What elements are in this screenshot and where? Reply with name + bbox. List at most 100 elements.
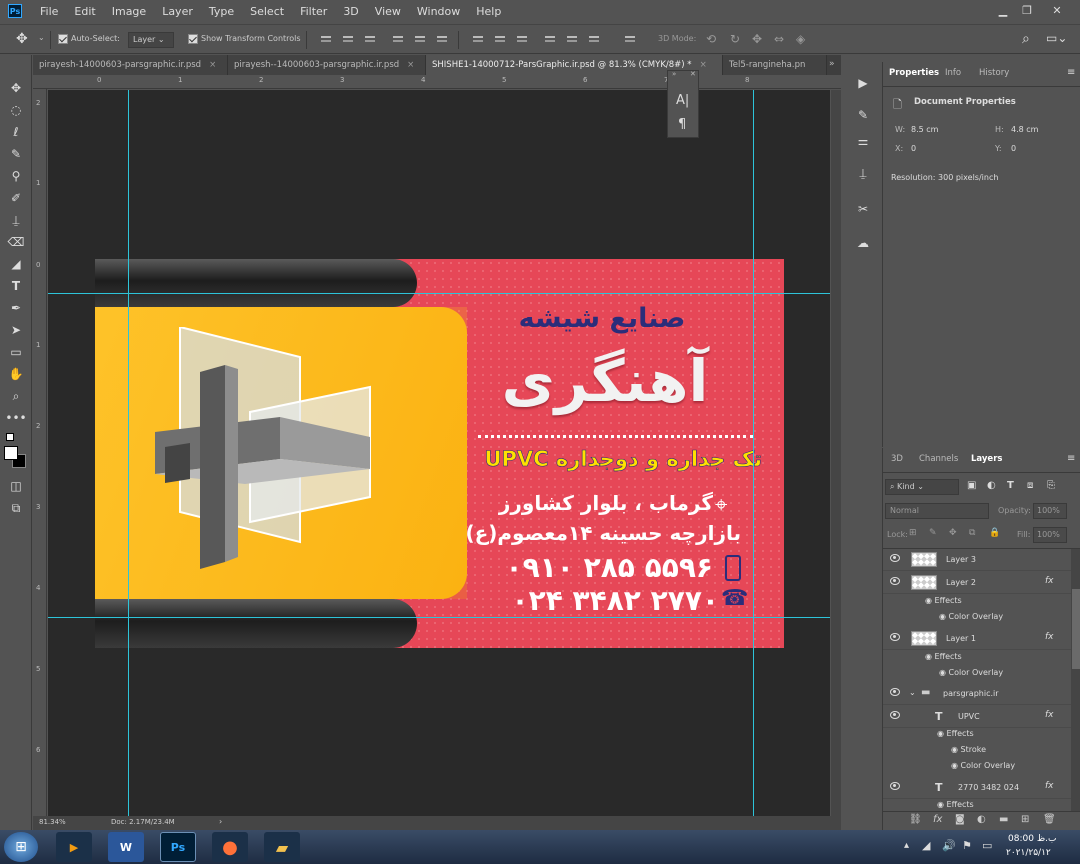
visibility-eye-icon[interactable] — [890, 554, 900, 562]
3d-scale-icon[interactable]: ◈ — [796, 32, 805, 46]
layer-effects-row[interactable]: ◉ Effects — [925, 652, 962, 661]
file-explorer-icon[interactable]: ▰ — [264, 832, 300, 862]
visibility-eye-icon[interactable] — [890, 711, 900, 719]
close-icon[interactable]: ✕ — [690, 70, 696, 78]
auto-select-dropdown[interactable]: Layer ⌄ — [128, 32, 174, 48]
layer-group-parsgraphic[interactable]: ⌄ ▬ parsgraphic.ir — [883, 683, 1071, 705]
align-left-icon[interactable] — [392, 34, 404, 46]
adjustments-icon[interactable]: ⚌ — [854, 132, 872, 150]
fx-icon[interactable]: fx — [1045, 781, 1054, 791]
libraries-icon[interactable]: ☁ — [854, 234, 872, 252]
lock-artboard-icon[interactable]: ⧉ — [969, 528, 975, 538]
lock-all-icon[interactable]: 🔒 — [989, 528, 1000, 538]
type-tool-icon[interactable]: T — [6, 277, 26, 295]
paint-bucket-tool-icon[interactable]: ◢ — [6, 255, 26, 273]
foreground-color-swatch[interactable] — [4, 446, 18, 460]
brush-tool-icon[interactable]: ✐ — [6, 189, 26, 207]
quick-mask-icon[interactable]: ◫ — [6, 477, 26, 495]
new-adjustment-icon[interactable]: ◐ — [977, 814, 986, 825]
add-style-icon[interactable]: fx — [933, 814, 942, 825]
eraser-tool-icon[interactable]: ⌫ — [6, 233, 26, 251]
layer-row-layer-1[interactable]: Layer 1 fx — [883, 628, 1071, 650]
workspace-icon[interactable]: ▭⌄ — [1046, 31, 1067, 45]
word-app-icon[interactable]: W — [108, 832, 144, 862]
menu-window[interactable]: Window — [409, 5, 468, 18]
guide-horizontal-top[interactable] — [48, 293, 830, 294]
clock-time[interactable]: 08:00 ب.ظ — [1008, 834, 1056, 844]
pen-tool-icon[interactable]: ✒ — [6, 299, 26, 317]
distribute-top-icon[interactable] — [472, 34, 484, 46]
align-vcenter-icon[interactable] — [342, 34, 354, 46]
tab-info[interactable]: Info — [945, 68, 961, 78]
add-mask-icon[interactable]: ◙ — [955, 814, 965, 825]
new-layer-icon[interactable]: ⊞ — [1021, 814, 1029, 825]
auto-align-icon[interactable] — [624, 34, 636, 46]
layer-effect-row[interactable]: ◉ Color Overlay — [939, 668, 1003, 677]
distribute-left-icon[interactable] — [544, 34, 556, 46]
fx-icon[interactable]: fx — [1045, 710, 1054, 720]
align-hcenter-icon[interactable] — [414, 34, 426, 46]
layer-effect-row[interactable]: ◉ Stroke — [951, 745, 986, 754]
3d-roll-icon[interactable]: ↻ — [730, 32, 740, 46]
3d-pan-icon[interactable]: ✥ — [752, 32, 762, 46]
link-layers-icon[interactable]: ⛓ — [909, 814, 922, 825]
display-icon[interactable]: ▭ — [982, 839, 992, 852]
media-player-icon[interactable]: ▶ — [56, 832, 92, 862]
menu-file[interactable]: File — [32, 5, 66, 18]
layer-effects-row[interactable]: ◉ Effects — [925, 596, 962, 605]
lock-position-icon[interactable]: ✥ — [949, 528, 957, 538]
close-icon[interactable]: × — [209, 60, 216, 70]
start-button-icon[interactable]: ⊞ — [4, 832, 38, 862]
fx-icon[interactable]: fx — [1045, 632, 1054, 642]
tab-3d[interactable]: 3D — [891, 454, 903, 464]
zoom-tool-icon[interactable]: ⌕ — [6, 387, 26, 405]
panel-menu-icon[interactable]: ≡ — [1067, 67, 1075, 78]
x-value[interactable]: 0 — [911, 144, 916, 153]
menu-help[interactable]: Help — [468, 5, 509, 18]
menu-filter[interactable]: Filter — [292, 5, 335, 18]
clone-source-icon[interactable]: ⍊ — [854, 164, 872, 182]
tab-document-1[interactable]: pirayesh-14000603-parsgraphic.ir.psd × — [33, 55, 228, 75]
distribute-vcenter-icon[interactable] — [494, 34, 506, 46]
visibility-eye-icon[interactable] — [890, 688, 900, 696]
menu-layer[interactable]: Layer — [154, 5, 201, 18]
fx-icon[interactable]: fx — [1045, 576, 1054, 586]
guide-vertical-left[interactable] — [128, 90, 129, 816]
delete-layer-icon[interactable]: 🗑 — [1043, 814, 1056, 825]
tool-presets-icon[interactable]: ✂ — [854, 200, 872, 218]
default-colors-icon[interactable] — [6, 433, 14, 441]
path-select-tool-icon[interactable]: ➤ — [6, 321, 26, 339]
tab-history[interactable]: History — [979, 68, 1009, 78]
distribute-bottom-icon[interactable] — [516, 34, 528, 46]
lock-paint-icon[interactable]: ✎ — [929, 528, 937, 538]
align-top-icon[interactable] — [320, 34, 332, 46]
layer-effect-row[interactable]: ◉ Color Overlay — [951, 761, 1015, 770]
restore-icon[interactable]: ❐ — [1012, 0, 1042, 20]
eyedropper-tool-icon[interactable]: ⚲ — [6, 167, 26, 185]
character-panel-icon[interactable]: A| — [676, 93, 689, 108]
guide-horizontal-bottom[interactable] — [48, 617, 830, 618]
height-value[interactable]: 4.8 cm — [1011, 125, 1038, 134]
tab-layers[interactable]: Layers — [971, 454, 1002, 464]
opacity-field[interactable]: 100% — [1033, 503, 1067, 519]
layer-row-phone-text[interactable]: T 2770 3482 024 fx — [883, 777, 1071, 799]
blend-mode-dropdown[interactable]: Normal — [885, 503, 989, 519]
clock-date[interactable]: ۲۰۲۱/۲۵/۱۲ — [1006, 848, 1051, 858]
panel-menu-icon[interactable]: ≡ — [1067, 453, 1075, 464]
show-transform-checkbox[interactable] — [188, 34, 198, 44]
zoom-level[interactable]: 81.34% — [39, 818, 66, 826]
marquee-tool-icon[interactable]: ◌ — [6, 101, 26, 119]
guide-vertical-right[interactable] — [753, 90, 754, 816]
menu-view[interactable]: View — [367, 5, 409, 18]
chevron-down-icon[interactable]: ⌄ — [38, 33, 45, 42]
move-tool-icon[interactable]: ✥ — [16, 31, 28, 47]
layer-row-upvc[interactable]: T UPVC fx — [883, 706, 1071, 728]
close-icon[interactable]: × — [407, 60, 414, 70]
tab-document-4[interactable]: Tel5-rangineha.pn — [723, 55, 827, 75]
firefox-app-icon[interactable]: ● — [212, 832, 248, 862]
new-group-icon[interactable]: ▬ — [999, 814, 1008, 825]
layer-effects-row[interactable]: ◉ Effects — [937, 729, 974, 738]
3d-orbit-icon[interactable]: ⟲ — [706, 32, 716, 46]
distribute-right-icon[interactable] — [588, 34, 600, 46]
filter-smart-object-icon[interactable]: ⎘ — [1047, 480, 1055, 491]
